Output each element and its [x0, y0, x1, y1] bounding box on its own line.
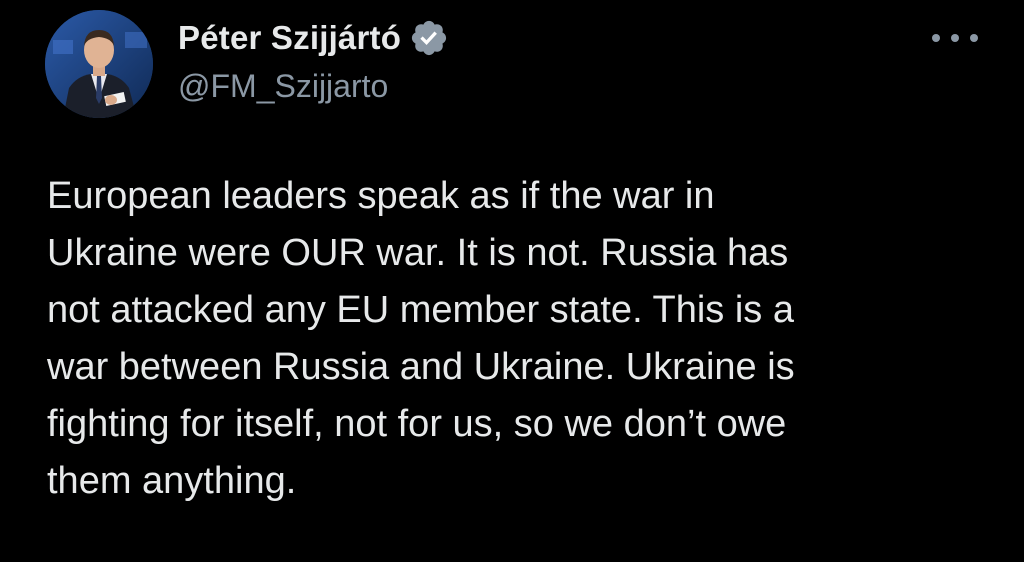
tweet-card: Péter Szijjártó @FM_Szijjarto European l…	[0, 0, 1024, 562]
name-row: Péter Szijjártó	[178, 14, 449, 62]
tweet-text-line: them anything.	[47, 460, 297, 502]
tweet-text: European leaders speak as if the war in …	[47, 168, 997, 510]
more-dot	[970, 34, 978, 42]
verified-badge-icon[interactable]	[409, 18, 449, 58]
avatar[interactable]	[45, 10, 153, 118]
author-info: Péter Szijjártó @FM_Szijjarto	[178, 14, 449, 105]
more-dot	[932, 34, 940, 42]
more-options-icon[interactable]	[932, 28, 978, 48]
tweet-text-line: war between Russia and Ukraine. Ukraine …	[47, 346, 795, 388]
tweet-text-line: fighting for itself, not for us, so we d…	[47, 403, 787, 445]
more-dot	[951, 34, 959, 42]
tweet-text-line: European leaders speak as if the war in	[47, 175, 715, 217]
tweet-text-line: Ukraine were OUR war. It is not. Russia …	[47, 232, 789, 274]
display-name[interactable]: Péter Szijjártó	[178, 19, 401, 57]
handle[interactable]: @FM_Szijjarto	[178, 68, 449, 105]
avatar-photo	[45, 10, 153, 118]
tweet-text-line: not attacked any EU member state. This i…	[47, 289, 794, 331]
